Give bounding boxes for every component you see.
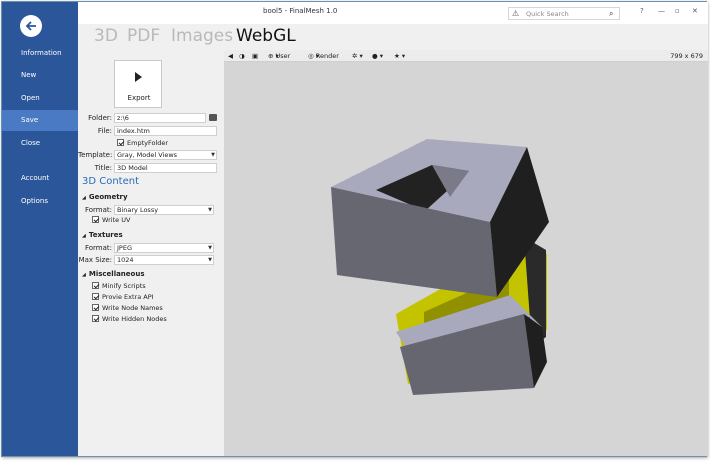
window-title: bool5 - FinalMesh 1.0 xyxy=(263,7,338,15)
write-hidden-nodes-label: Write Hidden Nodes xyxy=(102,315,167,323)
tab-pdf[interactable]: PDF xyxy=(127,26,160,46)
export-label: Export xyxy=(127,94,151,102)
textures-format-value: JPEG xyxy=(117,244,132,252)
camera-icon[interactable]: ▣ xyxy=(252,50,258,62)
tab-3d[interactable]: 3D xyxy=(94,26,118,46)
sidebar-item-options[interactable]: Options xyxy=(2,191,78,212)
template-label: Template: xyxy=(78,151,113,159)
template-value: Gray, Model Views xyxy=(117,151,178,159)
back-nav-icon[interactable]: ◀ xyxy=(228,50,233,62)
title-field[interactable]: 3D Model xyxy=(114,163,217,173)
chevron-down-icon: ▼ xyxy=(208,257,212,263)
backstage-sidebar: Information New Open Save Close Account … xyxy=(2,2,78,456)
file-label: File: xyxy=(97,127,112,135)
quick-search[interactable]: ⚠ Quick Search ⌕ xyxy=(508,7,620,20)
write-hidden-nodes-checkbox[interactable]: Write Hidden Nodes xyxy=(92,314,167,324)
folder-field[interactable]: z:\6 xyxy=(114,113,206,123)
viewer-toolbar: ◀ ◑ ▣ ⊕ User ▾ ◎ Render ▾ ✲ ▾ ● ▾ ★ ▾ 79… xyxy=(224,50,708,62)
template-select[interactable]: Gray, Model Views ▼ xyxy=(114,150,217,160)
emptyfolder-label: EmptyFolder xyxy=(127,139,169,147)
minify-scripts-label: Minify Scripts xyxy=(102,282,146,290)
back-arrow-icon xyxy=(25,21,36,31)
star-icon[interactable]: ★ ▾ xyxy=(394,50,405,62)
textures-heading: Textures xyxy=(88,231,123,239)
tab-webgl[interactable]: WebGL xyxy=(236,26,296,46)
sidebar-item-account[interactable]: Account xyxy=(2,168,78,189)
gear-icon[interactable]: ✲ ▾ xyxy=(352,50,363,62)
settings-panel: Export Folder: z:\6 File: index.htm Empt… xyxy=(78,50,224,456)
extra-api-checkbox[interactable]: Provie Extra API xyxy=(92,292,154,302)
minimize-button[interactable]: — xyxy=(658,6,665,16)
chevron-down-icon: ▼ xyxy=(208,245,212,251)
warning-icon[interactable]: ⚠ xyxy=(512,9,519,19)
misc-section-toggle[interactable]: ◢ Miscellaneous xyxy=(82,269,145,280)
max-size-value: 1024 xyxy=(117,256,134,264)
maximize-button[interactable]: ▫ xyxy=(675,6,680,16)
geometry-section-toggle[interactable]: ◢ Geometry xyxy=(82,192,128,203)
folder-icon[interactable] xyxy=(209,114,217,121)
emptyfolder-checkbox[interactable]: EmptyFolder xyxy=(117,138,169,148)
tab-images[interactable]: Images xyxy=(171,26,233,46)
search-input[interactable]: Quick Search xyxy=(526,9,569,19)
file-field[interactable]: index.htm xyxy=(114,126,217,136)
sidebar-item-new[interactable]: New xyxy=(2,65,78,86)
geometry-format-label: Format: xyxy=(84,206,112,214)
lightbulb-icon[interactable]: ● ▾ xyxy=(372,50,383,62)
extra-api-label: Provie Extra API xyxy=(102,293,154,301)
app-window: Information New Open Save Close Account … xyxy=(1,1,708,457)
back-button[interactable] xyxy=(20,15,42,37)
geometry-format-select[interactable]: Binary Lossy ▼ xyxy=(114,205,214,215)
forward-nav-icon[interactable]: ◑ xyxy=(239,50,245,62)
user-view-label: User xyxy=(275,52,291,60)
sidebar-item-information[interactable]: Information xyxy=(2,43,78,64)
write-uv-label: Write UV xyxy=(102,216,131,224)
3d-model-render xyxy=(331,139,549,395)
collapse-triangle-icon: ◢ xyxy=(82,195,86,201)
textures-section-toggle[interactable]: ◢ Textures xyxy=(82,230,123,241)
help-button[interactable]: ? xyxy=(640,6,644,16)
write-uv-checkbox[interactable]: Write UV xyxy=(92,215,131,225)
write-node-names-checkbox[interactable]: Write Node Names xyxy=(92,303,163,313)
export-tabs: 3D PDF Images WebGL xyxy=(78,24,708,50)
user-view-menu[interactable]: ⊕ User ▾ xyxy=(268,50,290,62)
collapse-triangle-icon: ◢ xyxy=(82,272,86,278)
minify-scripts-checkbox[interactable]: Minify Scripts xyxy=(92,281,146,291)
geometry-heading: Geometry xyxy=(88,193,128,201)
render-menu[interactable]: ◎ Render ▾ xyxy=(308,50,339,62)
folder-label: Folder: xyxy=(88,114,112,122)
write-node-names-label: Write Node Names xyxy=(102,304,163,312)
sidebar-item-close[interactable]: Close xyxy=(2,133,78,154)
collapse-triangle-icon: ◢ xyxy=(82,233,86,239)
webgl-preview[interactable]: ◀ ◑ ▣ ⊕ User ▾ ◎ Render ▾ ✲ ▾ ● ▾ ★ ▾ 79… xyxy=(224,50,708,456)
sidebar-item-open[interactable]: Open xyxy=(2,88,78,109)
sidebar-item-save[interactable]: Save xyxy=(2,110,78,131)
close-button[interactable]: ✕ xyxy=(692,6,698,16)
textures-format-label: Format: xyxy=(84,244,112,252)
title-bar: bool5 - FinalMesh 1.0 ⚠ Quick Search ⌕ ?… xyxy=(78,2,708,24)
chevron-down-icon: ▼ xyxy=(211,152,215,158)
chevron-down-icon: ▼ xyxy=(208,207,212,213)
play-icon xyxy=(135,72,142,82)
export-button[interactable]: Export xyxy=(114,60,162,108)
render-label: Render xyxy=(315,52,339,60)
search-icon[interactable]: ⌕ xyxy=(609,9,613,19)
textures-format-select[interactable]: JPEG ▼ xyxy=(114,243,214,253)
viewport-dimensions: 799 x 679 xyxy=(670,52,703,60)
section-heading-3d-content: 3D Content xyxy=(82,176,140,187)
geometry-format-value: Binary Lossy xyxy=(117,206,159,214)
misc-heading: Miscellaneous xyxy=(88,270,145,278)
title-label: Title: xyxy=(94,164,112,172)
max-size-label: Max Size: xyxy=(78,256,112,264)
max-size-select[interactable]: 1024 ▼ xyxy=(114,255,214,265)
